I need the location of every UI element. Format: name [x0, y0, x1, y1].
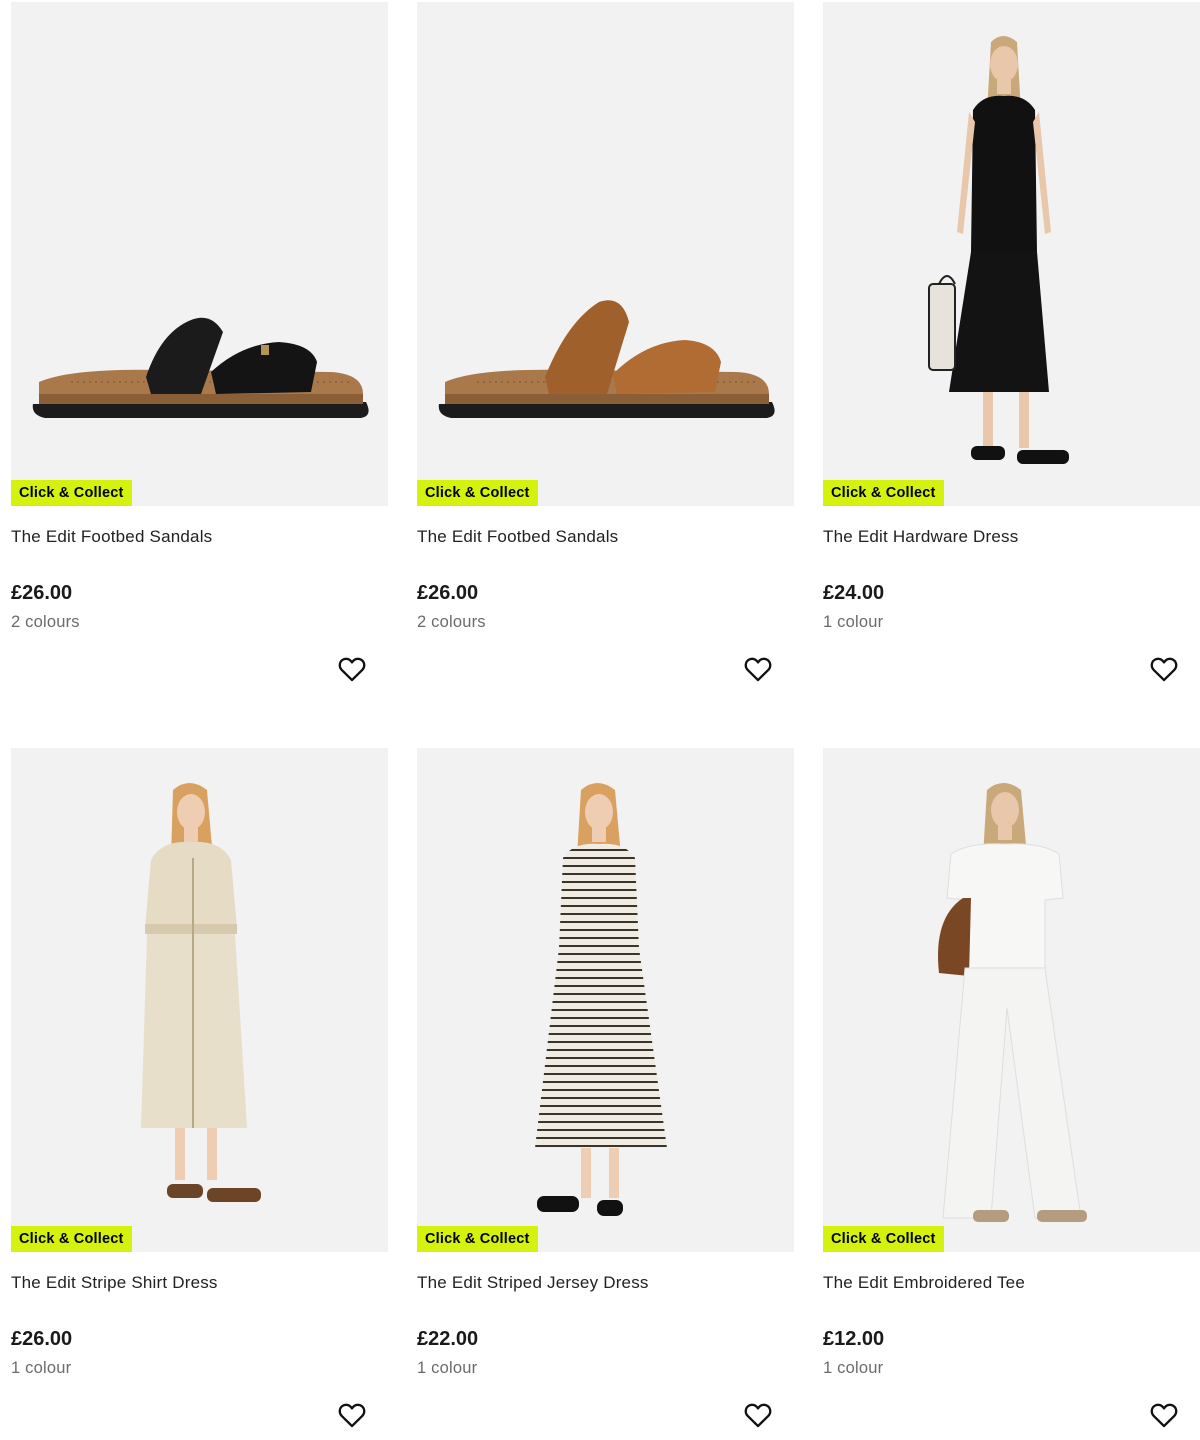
click-collect-badge: Click & Collect [11, 480, 132, 506]
click-collect-badge: Click & Collect [823, 480, 944, 506]
product-name[interactable]: The Edit Embroidered Tee [823, 1273, 1025, 1293]
click-collect-badge: Click & Collect [823, 1226, 944, 1252]
product-name[interactable]: The Edit Striped Jersey Dress [417, 1273, 649, 1293]
product-price: £26.00 [11, 1328, 73, 1350]
black-dress-model-image [928, 36, 1069, 464]
product-price: £24.00 [823, 582, 885, 604]
product-image[interactable]: Click & Collect [823, 2, 1200, 506]
colour-count: 2 colours [417, 613, 486, 631]
black-sandal-image [32, 317, 369, 418]
product-image[interactable]: Click & Collect [823, 748, 1200, 1252]
wishlist-heart-icon[interactable] [335, 652, 369, 686]
product-name[interactable]: The Edit Footbed Sandals [11, 527, 212, 547]
product-price: £22.00 [417, 1328, 479, 1350]
wishlist-heart-icon[interactable] [741, 1398, 775, 1432]
click-collect-badge: Click & Collect [417, 480, 538, 506]
colour-count: 1 colour [823, 613, 884, 631]
wishlist-heart-icon[interactable] [335, 1398, 369, 1432]
tan-sandal-image [438, 300, 775, 418]
product-name[interactable]: The Edit Stripe Shirt Dress [11, 1273, 218, 1293]
product-name[interactable]: The Edit Footbed Sandals [417, 527, 618, 547]
click-collect-badge: Click & Collect [11, 1226, 132, 1252]
wishlist-heart-icon[interactable] [741, 652, 775, 686]
product-name[interactable]: The Edit Hardware Dress [823, 527, 1018, 547]
colour-count: 1 colour [417, 1359, 478, 1377]
colour-count: 1 colour [823, 1359, 884, 1377]
striped-jersey-dress-model-image [535, 783, 667, 1216]
wishlist-heart-icon[interactable] [1147, 652, 1181, 686]
beige-shirt-dress-model-image [141, 783, 261, 1202]
product-image[interactable]: Click & Collect [11, 2, 388, 506]
product-price: £26.00 [11, 582, 73, 604]
product-image[interactable]: Click & Collect [417, 748, 794, 1252]
colour-count: 2 colours [11, 613, 80, 631]
white-tee-model-image [938, 783, 1087, 1222]
colour-count: 1 colour [11, 1359, 72, 1377]
product-image[interactable]: Click & Collect [417, 2, 794, 506]
product-price: £12.00 [823, 1328, 885, 1350]
wishlist-heart-icon[interactable] [1147, 1398, 1181, 1432]
product-image[interactable]: Click & Collect [11, 748, 388, 1252]
click-collect-badge: Click & Collect [417, 1226, 538, 1252]
product-price: £26.00 [417, 582, 479, 604]
